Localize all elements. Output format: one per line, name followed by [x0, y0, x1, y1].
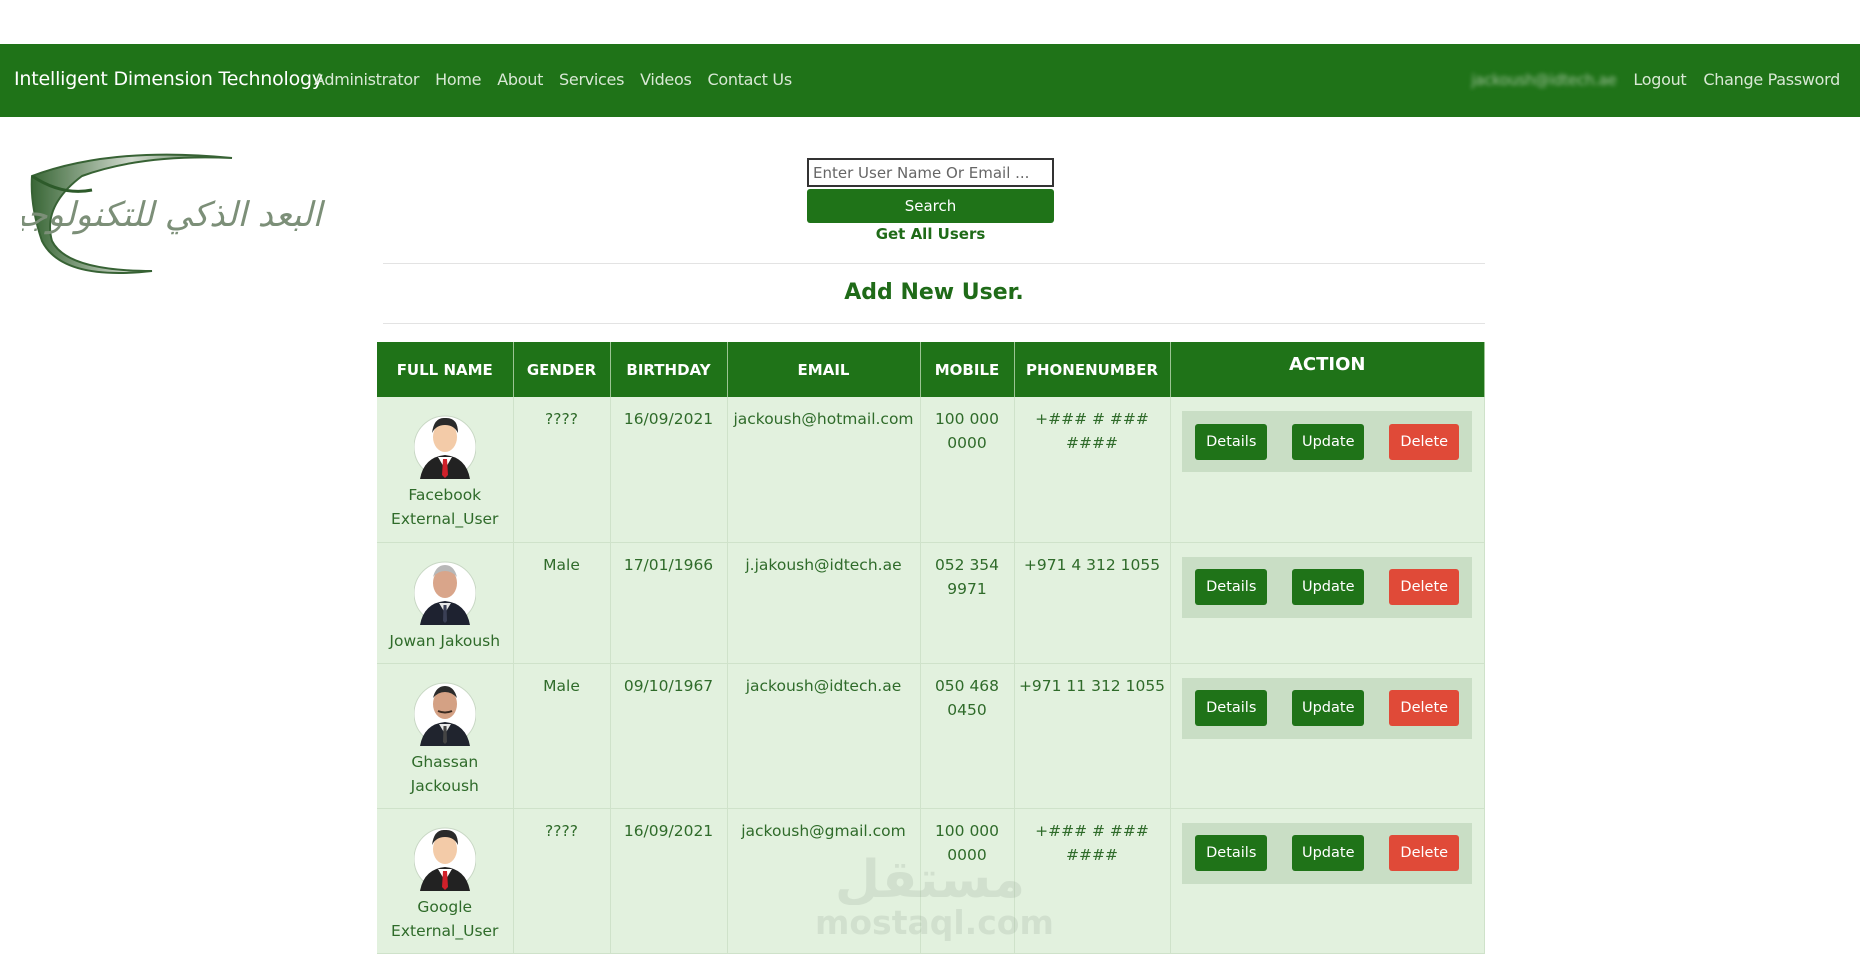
user-photo — [413, 561, 476, 625]
action-group: Details Update Delete — [1182, 556, 1473, 618]
mobile-part: 100 000 — [934, 410, 1000, 428]
mobile-part: 0000 — [947, 434, 987, 452]
full-name-cell: Ghassan Jackoush — [377, 663, 514, 809]
phone-cell: +### # ### #### — [1014, 397, 1171, 543]
add-new-user-link[interactable]: Add New User. — [383, 280, 1485, 305]
details-button[interactable]: Details — [1195, 569, 1268, 605]
mobile-cell: 052 354 9971 — [920, 542, 1015, 664]
action-cell: Details Update Delete — [1170, 808, 1485, 954]
nav-home[interactable]: Home — [435, 70, 481, 89]
col-action: ACTION — [1170, 342, 1485, 397]
delete-button[interactable]: Delete — [1389, 690, 1460, 726]
nav-about[interactable]: About — [497, 70, 543, 89]
user-name: Facebook — [408, 486, 482, 504]
birthday-cell: 17/01/1966 — [610, 542, 728, 664]
update-button[interactable]: Update — [1292, 423, 1365, 460]
gender-cell: ???? — [513, 397, 611, 543]
mobile-part: 0000 — [947, 845, 987, 864]
svg-text:البعد الذكي للتكنولوجيا: البعد الذكي للتكنولوجيا — [22, 195, 326, 235]
email-cell: jackoush@hotmail.com — [727, 397, 921, 543]
full-name-cell: Google External_User — [377, 808, 514, 954]
nav-services[interactable]: Services — [559, 70, 624, 89]
birthday-cell: 09/10/1967 — [610, 663, 728, 809]
action-group: Details Update Delete — [1182, 411, 1473, 472]
full-name-cell: Facebook External_User — [377, 397, 514, 543]
birthday-cell: 16/09/2021 — [610, 808, 728, 954]
user-name: Google — [417, 897, 473, 916]
nav-contact-us[interactable]: Contact Us — [708, 70, 793, 89]
gender-cell: Male — [513, 542, 611, 664]
details-button[interactable]: Details — [1195, 423, 1268, 460]
col-birthday: BIRTHDAY — [610, 342, 728, 397]
mobile-part: 050 468 — [934, 676, 1000, 695]
user-name: Ghassan — [411, 752, 479, 771]
search-button[interactable]: Search — [807, 189, 1054, 223]
divider — [383, 323, 1485, 324]
mobile-cell: 100 000 0000 — [920, 397, 1015, 543]
search-input[interactable] — [807, 158, 1054, 187]
col-full-name: FULL NAME — [377, 342, 514, 397]
get-all-users-link[interactable]: Get All Users — [807, 225, 1054, 243]
phone-cell: +971 4 312 1055 — [1014, 542, 1171, 664]
company-logo: البعد الذكي للتكنولوجيا — [22, 153, 326, 274]
table-header-row: FULL NAME GENDER BIRTHDAY EMAIL MOBILE P… — [377, 342, 1485, 397]
user-name: Jowan Jakoush — [389, 631, 501, 650]
table-row: Ghassan Jackoush Male 09/10/1967 jackous… — [377, 663, 1485, 809]
delete-button[interactable]: Delete — [1389, 423, 1460, 460]
birthday-cell: 16/09/2021 — [610, 397, 728, 543]
update-button[interactable]: Update — [1292, 690, 1365, 726]
brand-link[interactable]: Intelligent Dimension Technology — [14, 68, 323, 90]
cartoon-avatar-icon — [413, 415, 476, 479]
email-cell: jackoush@idtech.ae — [727, 663, 921, 809]
user-name: External_User — [391, 921, 499, 940]
nav-videos[interactable]: Videos — [640, 70, 692, 89]
mobile-cell: 100 000 0000 — [920, 808, 1015, 954]
divider — [383, 263, 1485, 264]
email-cell: jackoush@gmail.com — [727, 808, 921, 954]
nav-links: Administrator Home About Services Videos… — [314, 70, 792, 89]
table-row: Facebook External_User ???? 16/09/2021 j… — [377, 397, 1485, 543]
gender-cell: Male — [513, 663, 611, 809]
email-cell: j.jakoush@idtech.ae — [727, 542, 921, 664]
nav-user-links: jackoush@idtech.ae Logout Change Passwor… — [1471, 70, 1840, 89]
update-button[interactable]: Update — [1292, 835, 1365, 871]
cartoon-avatar-icon — [413, 827, 476, 891]
col-phonenumber: PHONENUMBER — [1014, 342, 1171, 397]
action-group: Details Update Delete — [1182, 677, 1473, 739]
phone-cell: +### # ### #### — [1014, 808, 1171, 954]
logout-link[interactable]: Logout — [1633, 70, 1686, 89]
mobile-part: 100 000 — [934, 821, 1000, 840]
mobile-part: 0450 — [947, 700, 987, 719]
user-photo — [413, 682, 476, 746]
full-name-cell: Jowan Jakoush — [377, 542, 514, 664]
mobile-part: 052 354 — [934, 555, 1000, 574]
col-gender: GENDER — [513, 342, 611, 397]
phone-cell: +971 11 312 1055 — [1014, 663, 1171, 809]
table-row: Google External_User ???? 16/09/2021 jac… — [377, 808, 1485, 954]
details-button[interactable]: Details — [1195, 690, 1268, 726]
user-email-link[interactable]: jackoush@idtech.ae — [1471, 71, 1616, 89]
col-mobile: MOBILE — [920, 342, 1015, 397]
user-name: Jackoush — [410, 776, 479, 795]
delete-button[interactable]: Delete — [1389, 569, 1460, 605]
mobile-part: 9971 — [947, 579, 987, 598]
mobile-cell: 050 468 0450 — [920, 663, 1015, 809]
col-email: EMAIL — [727, 342, 921, 397]
details-button[interactable]: Details — [1195, 835, 1268, 871]
action-cell: Details Update Delete — [1170, 542, 1485, 664]
table-row: Jowan Jakoush Male 17/01/1966 j.jakoush@… — [377, 542, 1485, 664]
change-password-link[interactable]: Change Password — [1703, 70, 1840, 89]
nav-administrator[interactable]: Administrator — [314, 70, 419, 89]
top-navbar: Intelligent Dimension Technology Adminis… — [0, 44, 1860, 117]
update-button[interactable]: Update — [1292, 569, 1365, 605]
delete-button[interactable]: Delete — [1389, 835, 1460, 871]
user-name: External_User — [391, 510, 499, 528]
action-group: Details Update Delete — [1182, 822, 1473, 884]
action-cell: Details Update Delete — [1170, 397, 1485, 543]
action-cell: Details Update Delete — [1170, 663, 1485, 809]
users-table: FULL NAME GENDER BIRTHDAY EMAIL MOBILE P… — [377, 342, 1485, 954]
gender-cell: ???? — [513, 808, 611, 954]
